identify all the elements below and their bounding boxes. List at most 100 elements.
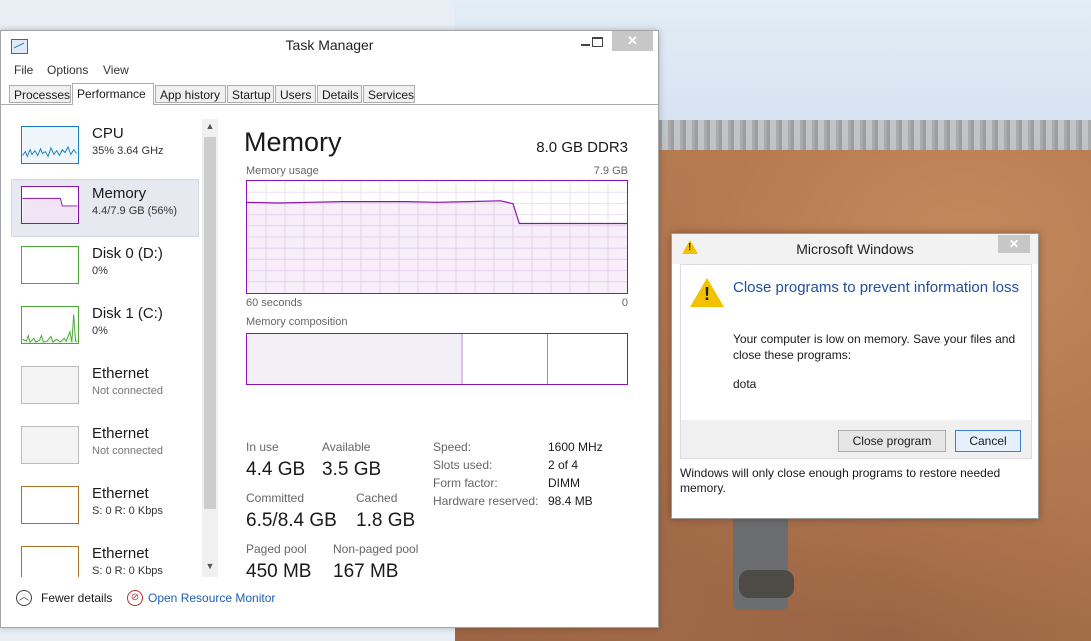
cpu-thumbnail [21,126,79,164]
sidebar-memory-name: Memory [92,185,147,202]
available-value: 3.5 GB [322,459,382,480]
scroll-down-arrow-icon[interactable]: ▼ [205,561,215,573]
sidebar-disk1-sub: 0% [92,325,108,337]
graph-x-left-label: 60 seconds [246,297,303,309]
sidebar-item-ethernet-2[interactable]: Ethernet Not connected [11,419,199,477]
cached-value: 1.8 GB [356,510,416,531]
hardware-reserved-label: Hardware reserved: [433,494,539,508]
tab-users[interactable]: Users [275,85,316,103]
dialog-heading: Close programs to prevent information lo… [733,279,1019,296]
memory-usage-label: Memory usage [246,165,319,177]
tab-performance[interactable]: Performance [72,83,154,105]
sidebar-ethernet1-name: Ethernet [92,365,149,382]
available-label: Available [322,440,371,454]
form-factor-value: DIMM [548,476,580,490]
menu-options[interactable]: Options [47,63,88,77]
wallpaper-shoe [739,570,794,598]
window-title: Task Manager [285,37,374,53]
paged-pool-value: 450 MB [246,561,312,582]
disk1-thumbnail [21,306,79,344]
disk0-thumbnail [21,246,79,284]
speed-label: Speed: [433,440,472,454]
memory-panel: Memory 8.0 GB DDR3 Memory usage 7.9 GB 6… [241,127,641,582]
footer-bar: ︿ Fewer details ⊘ Open Resource Monitor [1,581,658,627]
sidebar-item-disk1[interactable]: Disk 1 (C:) 0% [11,299,199,357]
low-memory-dialog: Microsoft Windows ✕ Close programs to pr… [671,233,1039,519]
tab-processes[interactable]: Processes [9,85,71,103]
tab-details[interactable]: Details [317,85,362,103]
committed-value: 6.5/8.4 GB [246,510,337,531]
form-factor-label: Form factor: [433,476,498,490]
slots-used-label: Slots used: [433,458,493,472]
tab-startup[interactable]: Startup [227,85,274,103]
ethernet1-thumbnail [21,366,79,404]
ethernet4-thumbnail [21,546,79,577]
maximize-button[interactable] [585,33,611,51]
sidebar-item-disk0[interactable]: Disk 0 (D:) 0% [11,239,199,297]
composition-in-use [247,334,462,384]
in-use-label: In use [246,440,279,454]
sidebar-item-ethernet-4[interactable]: Ethernet S: 0 R: 0 Kbps [11,539,199,577]
memory-usage-graph [246,180,628,294]
dialog-title: Microsoft Windows [796,241,914,257]
in-use-value: 4.4 GB [246,459,306,480]
memory-composition-label: Memory composition [246,316,348,328]
tab-services[interactable]: Services [363,85,415,103]
sidebar-ethernet4-name: Ethernet [92,545,149,562]
sidebar-ethernet2-sub: Not connected [92,445,163,457]
memory-thumbnail [21,186,79,224]
menu-view[interactable]: View [103,63,129,77]
chevron-up-icon[interactable]: ︿ [16,590,32,606]
sidebar-item-memory[interactable]: Memory 4.4/7.9 GB (56%) [11,179,199,237]
sidebar-disk0-name: Disk 0 (D:) [92,245,163,262]
resource-monitor-icon[interactable]: ⊘ [127,590,143,606]
tab-app-history[interactable]: App history [155,85,226,103]
sidebar-scrollbar[interactable]: ▲ ▼ [202,119,218,577]
menu-file[interactable]: File [14,63,33,77]
ethernet3-thumbnail [21,486,79,524]
performance-sidebar: CPU 35% 3.64 GHz Memory 4.4/7.9 GB (56%)… [11,119,201,577]
sidebar-ethernet4-sub: S: 0 R: 0 Kbps [92,565,163,577]
sidebar-disk0-sub: 0% [92,265,108,277]
dialog-program-name: dota [733,377,757,391]
composition-standby-divider [547,334,548,384]
sidebar-cpu-sub: 35% 3.64 GHz [92,145,164,157]
dialog-close-button[interactable]: ✕ [998,235,1030,253]
dialog-title-bar[interactable]: Microsoft Windows ✕ [672,234,1038,264]
speed-value: 1600 MHz [548,440,603,454]
sidebar-item-ethernet-1[interactable]: Ethernet Not connected [11,359,199,417]
paged-pool-label: Paged pool [246,542,307,556]
cached-label: Cached [356,491,398,505]
close-program-button[interactable]: Close program [838,430,946,452]
non-paged-pool-label: Non-paged pool [333,542,419,556]
scrollbar-thumb[interactable] [204,137,216,509]
sidebar-cpu-name: CPU [92,125,124,142]
open-resource-monitor-link[interactable]: Open Resource Monitor [148,591,275,605]
graph-x-right-label: 0 [621,297,628,309]
page-title: Memory [244,127,342,157]
sidebar-item-ethernet-3[interactable]: Ethernet S: 0 R: 0 Kbps [11,479,199,537]
title-bar[interactable]: Task Manager ✕ [1,31,658,60]
slots-used-value: 2 of 4 [548,458,579,472]
committed-label: Committed [246,491,305,505]
dialog-footer-text: Windows will only close enough programs … [680,466,1001,495]
sidebar-item-cpu[interactable]: CPU 35% 3.64 GHz [11,119,199,177]
ethernet2-thumbnail [21,426,79,464]
composition-modified [461,334,463,384]
sidebar-ethernet3-name: Ethernet [92,485,149,502]
scroll-up-arrow-icon[interactable]: ▲ [205,121,215,133]
close-button[interactable]: ✕ [612,31,653,51]
task-manager-window: Task Manager ✕ File Options View Process… [0,30,659,628]
sidebar-ethernet3-sub: S: 0 R: 0 Kbps [92,505,163,517]
memory-usage-max: 7.9 GB [593,165,628,177]
sidebar-ethernet2-name: Ethernet [92,425,149,442]
sidebar-disk1-name: Disk 1 (C:) [92,305,163,322]
warning-icon [690,278,724,307]
fewer-details-button[interactable]: Fewer details [41,591,112,605]
non-paged-pool-value: 167 MB [333,561,399,582]
cancel-button[interactable]: Cancel [955,430,1021,452]
memory-spec: 8.0 GB DDR3 [536,139,628,156]
dialog-body: Close programs to prevent information lo… [680,264,1032,421]
sidebar-ethernet1-sub: Not connected [92,385,163,397]
dialog-button-row: Close program Cancel [680,420,1032,459]
